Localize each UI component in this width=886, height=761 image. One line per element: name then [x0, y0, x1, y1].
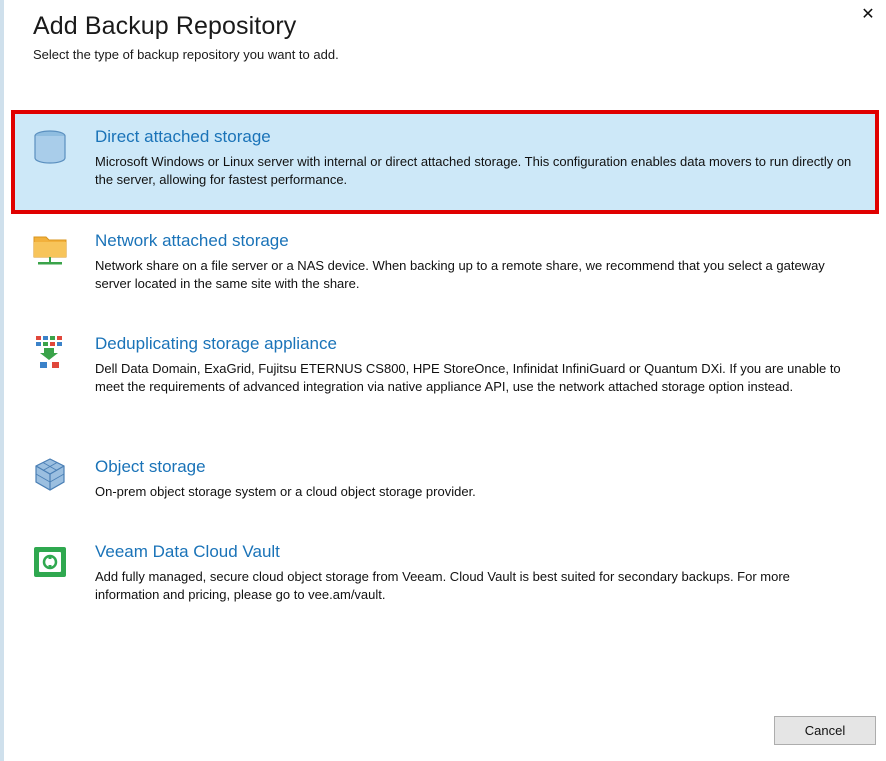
dialog-header: Add Backup Repository Select the type of…	[33, 12, 339, 62]
option-deduplicating-storage-appliance[interactable]: Deduplicating storage appliance Dell Dat…	[14, 320, 876, 428]
option-title: Network attached storage	[95, 231, 289, 250]
cloud-vault-icon	[34, 547, 66, 577]
option-veeam-data-cloud-vault[interactable]: Veeam Data Cloud Vault Add fully managed…	[14, 528, 876, 616]
option-title: Direct attached storage	[95, 127, 271, 146]
option-object-storage[interactable]: Object storage On-prem object storage sy…	[14, 443, 876, 515]
network-folder-icon	[33, 236, 67, 265]
dialog-footer: Cancel	[774, 716, 876, 745]
option-description: Microsoft Windows or Linux server with i…	[95, 154, 852, 187]
option-title: Deduplicating storage appliance	[95, 334, 337, 353]
database-icon	[34, 130, 66, 164]
close-icon: ✕	[861, 6, 875, 23]
option-title: Veeam Data Cloud Vault	[95, 542, 280, 561]
option-description: Add fully managed, secure cloud object s…	[95, 569, 790, 602]
option-title: Object storage	[95, 457, 206, 476]
option-description: Network share on a file server or a NAS …	[95, 258, 825, 291]
option-network-attached-storage[interactable]: Network attached storage Network share o…	[14, 217, 876, 305]
object-storage-icon	[35, 458, 65, 491]
option-direct-attached-storage[interactable]: Direct attached storage Microsoft Window…	[11, 110, 879, 214]
close-button[interactable]: ✕	[860, 6, 876, 24]
dialog-title: Add Backup Repository	[33, 12, 297, 40]
option-description: Dell Data Domain, ExaGrid, Fujitsu ETERN…	[95, 361, 841, 394]
cancel-button[interactable]: Cancel	[774, 716, 876, 745]
window-left-edge	[0, 0, 4, 761]
dialog-subtitle: Select the type of backup repository you…	[33, 47, 339, 62]
option-description: On-prem object storage system or a cloud…	[95, 484, 476, 499]
deduplication-icon	[36, 336, 62, 368]
